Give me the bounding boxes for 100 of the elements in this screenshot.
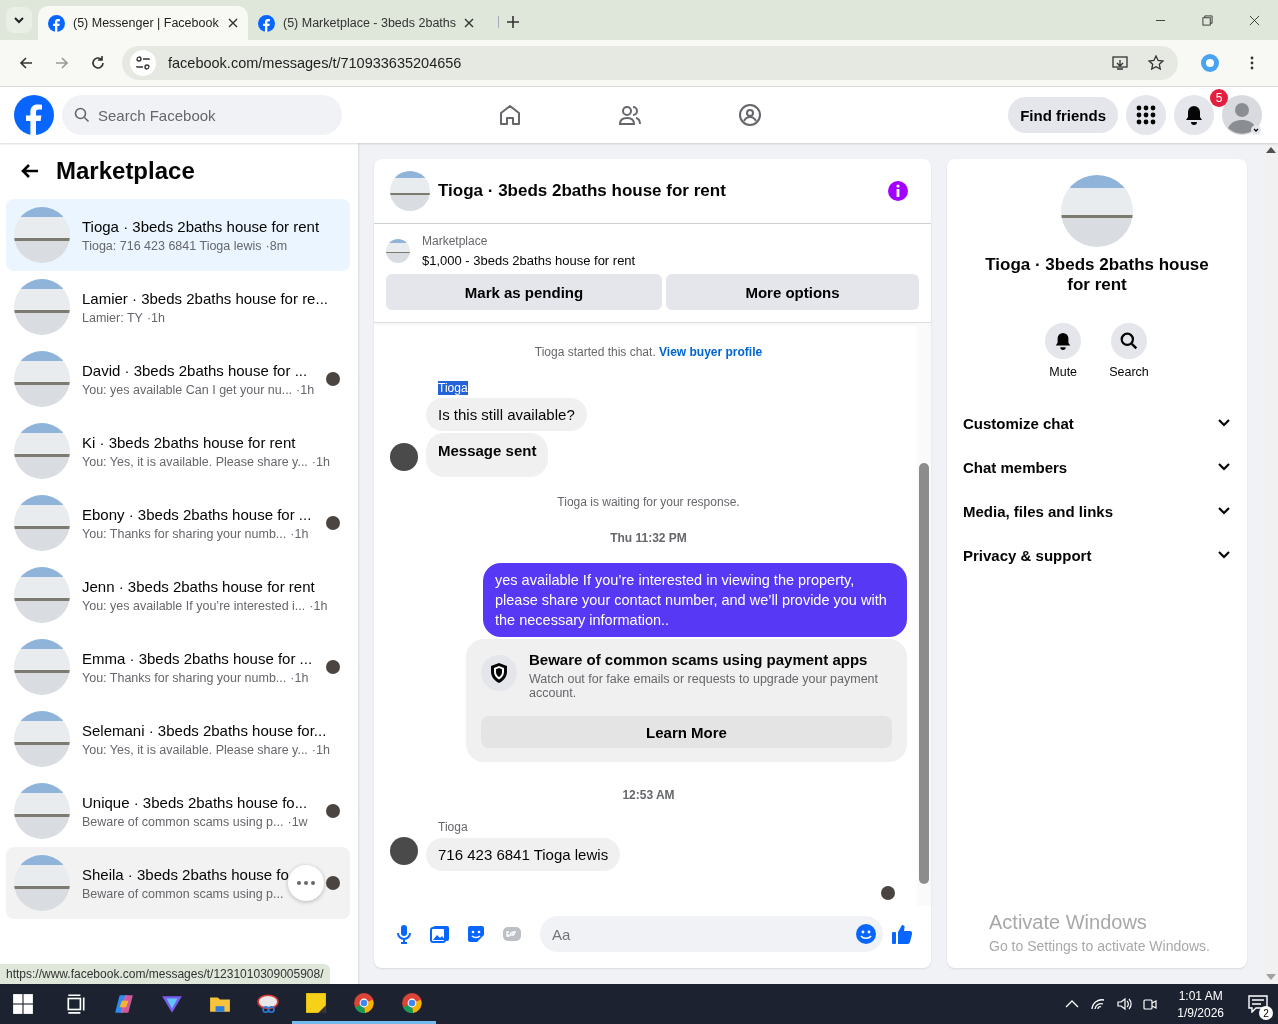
sender-name: Tioga xyxy=(438,381,468,395)
listing-action-button[interactable]: More options xyxy=(666,274,919,310)
windows-start-icon[interactable] xyxy=(12,993,34,1015)
notifications-button[interactable] xyxy=(1174,95,1214,135)
timestamp: ·1h xyxy=(311,454,330,469)
home-icon[interactable] xyxy=(498,103,522,127)
install-app-icon[interactable] xyxy=(1112,55,1128,71)
message-bubble: yes available If you’re interested in viewing the property, please share your contact number, and we’ll provide you with the necessary information.. xyxy=(483,563,907,637)
timestamp: ·1w xyxy=(287,814,308,829)
microphone-icon[interactable] xyxy=(394,924,414,944)
tab-search-button[interactable] xyxy=(6,7,32,33)
scrollbar[interactable] xyxy=(917,323,931,906)
conversation-title: Ebony · 3beds 2baths house for ... xyxy=(82,505,313,523)
bell-icon xyxy=(1054,332,1073,350)
conversation-item[interactable]: David · 3beds 2baths house for ... You: yes available Can I get your nu... ·1h xyxy=(6,343,350,415)
camera-icon[interactable] xyxy=(1142,996,1159,1012)
close-icon[interactable] xyxy=(464,18,474,28)
listing-label: Marketplace xyxy=(422,234,489,248)
conversation-item[interactable]: Jenn · 3beds 2baths house for rent You: yes available If you’re interested i... ·1h xyxy=(6,559,350,631)
conversation-title: David · 3beds 2baths house for ... xyxy=(82,361,309,379)
facebook-logo-icon xyxy=(48,14,65,32)
section-header[interactable]: Chat members xyxy=(963,445,1231,489)
timestamp: ·1h xyxy=(146,310,165,325)
browser-tab[interactable]: (5) Messenger | Facebook xyxy=(38,6,248,40)
conversation-item[interactable]: Selemani · 3beds 2baths house for... You: Yes, it is available. Please share y... ·1h xyxy=(6,703,350,775)
conversation-item[interactable]: Sheila · 3beds 2baths house fo Beware of common scams using p... xyxy=(6,847,350,919)
warning-title: Beware of common scams using payment apps xyxy=(529,651,869,668)
listing-action-button[interactable]: Mark as pending xyxy=(386,274,662,310)
info-icon[interactable] xyxy=(887,180,909,202)
new-tab-icon[interactable] xyxy=(498,16,519,28)
conversation-item[interactable]: Tioga · 3beds 2baths house for rent Tioga: 716 423 6841 Tioga lewis ·8m xyxy=(6,199,350,271)
chevron-icon xyxy=(13,14,25,26)
reload-icon[interactable] xyxy=(90,55,106,71)
photo-placeholder xyxy=(14,567,70,623)
learn-more-button[interactable]: Learn More xyxy=(481,716,892,748)
photo-placeholder xyxy=(386,239,410,263)
photo-placeholder xyxy=(14,639,70,695)
timestamp: ·1h xyxy=(290,670,309,685)
photo-placeholder xyxy=(390,171,430,211)
extension-icon[interactable] xyxy=(1200,53,1220,73)
sticker-icon[interactable] xyxy=(466,924,486,944)
notification-badge: 5 xyxy=(1210,89,1228,107)
search-field[interactable]: Search Facebook xyxy=(62,95,342,135)
conversation-item[interactable]: Unique · 3beds 2baths house fo... Beware of common scams using p... ·1w xyxy=(6,775,350,847)
timestamp: ·1h xyxy=(296,382,315,397)
speaker-icon[interactable] xyxy=(1116,996,1133,1012)
find-friends-button[interactable]: Find friends xyxy=(1008,97,1118,133)
browser-tab[interactable]: (5) Marketplace - 3beds 2baths xyxy=(248,6,484,40)
scissors-icon xyxy=(257,993,279,1015)
conversation-item[interactable]: Emma · 3beds 2baths house for ... You: Thanks for sharing your numb... ·1h xyxy=(6,631,350,703)
star-icon[interactable] xyxy=(1148,55,1164,71)
photo-placeholder xyxy=(14,783,70,839)
notification-center-button[interactable]: 2 xyxy=(1238,984,1278,1024)
sticky-note-icon xyxy=(305,991,327,1014)
timestamp: Thu 11:32 PM xyxy=(609,531,688,545)
warning-text: Watch out for fake emails or requests to upgrade your payment account. xyxy=(529,672,880,700)
restore-icon[interactable] xyxy=(1202,15,1213,26)
close-icon[interactable] xyxy=(228,18,238,28)
close-icon[interactable] xyxy=(1249,15,1260,26)
browser-icon xyxy=(353,991,375,1014)
photo-placeholder xyxy=(14,711,70,767)
forward-icon[interactable] xyxy=(54,55,70,71)
back-icon[interactable] xyxy=(18,55,34,71)
conversation-item[interactable]: Lamier · 3beds 2baths house for re... Lamier: TY ·1h xyxy=(6,271,350,343)
image-icon[interactable] xyxy=(430,924,450,944)
conversation-item[interactable]: Ebony · 3beds 2baths house for ... You: Thanks for sharing your numb... ·1h xyxy=(6,487,350,559)
sender-name: Tioga xyxy=(438,820,468,834)
section-header[interactable]: Customize chat xyxy=(963,401,1231,445)
more-icon xyxy=(297,881,315,885)
facebook-logo-icon[interactable] xyxy=(14,95,54,135)
scrollbar[interactable] xyxy=(1264,143,1278,984)
timestamp: ·1h xyxy=(311,742,330,757)
scroll-up-icon[interactable] xyxy=(1266,147,1276,153)
conversation-title: Lamier · 3beds 2baths house for re... xyxy=(82,289,329,307)
emoji-icon[interactable] xyxy=(855,923,877,945)
photo-placeholder xyxy=(14,207,70,263)
conversation-title: Selemani · 3beds 2baths house for... xyxy=(82,721,328,739)
address-bar[interactable]: facebook.com/messages/t/710933635204656 xyxy=(122,46,1178,80)
message-preview: Tioga: 716 423 6841 Tioga lewis xyxy=(82,238,262,253)
section-header[interactable]: Media, files and links xyxy=(963,489,1231,533)
more-button[interactable] xyxy=(288,865,324,901)
wifi-icon[interactable] xyxy=(1090,996,1107,1012)
activation-title: Activate Windows xyxy=(989,911,1148,934)
groups-icon[interactable] xyxy=(738,103,762,127)
message-preview: Beware of common scams using p... xyxy=(82,814,284,829)
site-settings-icon[interactable] xyxy=(130,50,156,76)
profile-button[interactable] xyxy=(1222,95,1262,135)
system-clock[interactable]: 1:01 AM 1/9/2026 xyxy=(1177,988,1224,1020)
conversation-title: Jenn · 3beds 2baths house for rent xyxy=(82,577,316,595)
section-header[interactable]: Privacy & support xyxy=(963,533,1231,577)
conversation-item[interactable]: Ki · 3beds 2baths house for rent You: Yes, it is available. Please share y... ·1h xyxy=(6,415,350,487)
browser-icon xyxy=(401,991,423,1014)
buyer-profile-link[interactable]: View buyer profile xyxy=(659,345,763,359)
message-input[interactable]: Aa xyxy=(540,916,883,952)
conversation-title: Unique · 3beds 2baths house fo... xyxy=(82,793,309,811)
menu-button[interactable] xyxy=(1126,95,1166,135)
thumbs-up-icon[interactable] xyxy=(891,923,913,945)
message-preview: Lamier: TY xyxy=(82,310,143,325)
conversation-title: Emma · 3beds 2baths house for ... xyxy=(82,649,314,667)
people-icon[interactable] xyxy=(618,103,642,127)
